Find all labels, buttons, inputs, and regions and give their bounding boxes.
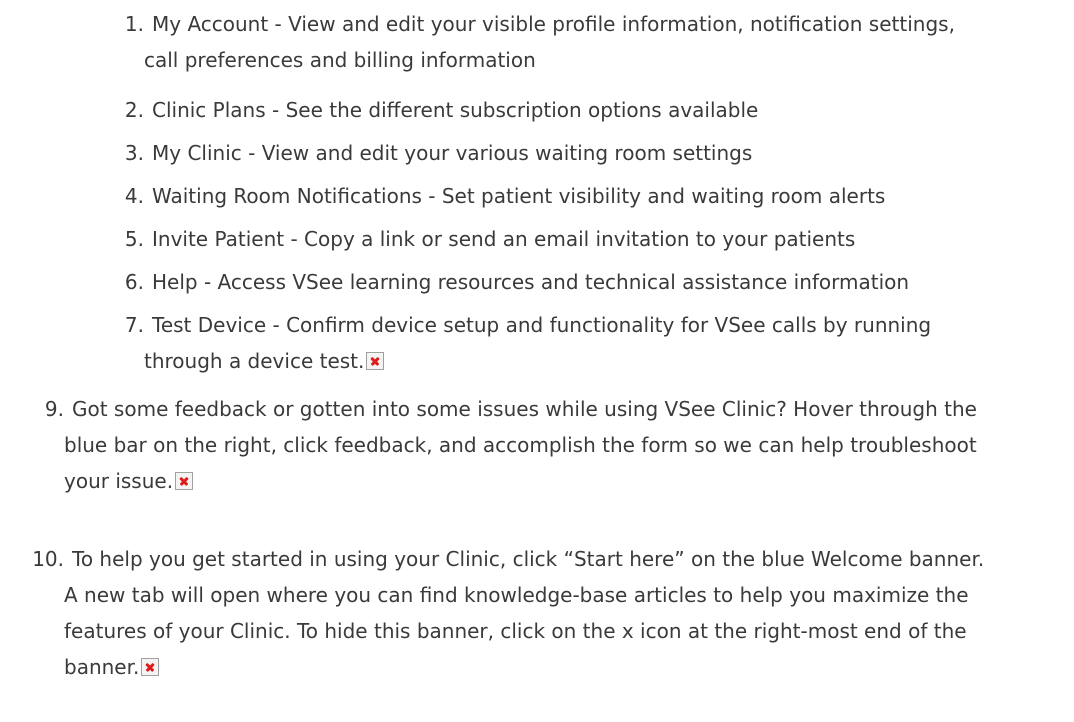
- list-text: Test Device - Confirm device setup and f…: [144, 313, 932, 373]
- list-text-wrapper: Test Device - Confirm device setup and f…: [144, 307, 974, 379]
- list-text-wrapper: To help you get started in using your Cl…: [64, 541, 1004, 685]
- list-item: 1. My Account - View and edit your visib…: [0, 0, 1074, 74]
- list-number: 9.: [44, 397, 64, 421]
- list-number: 7.: [124, 313, 144, 337]
- list-text: To help you get started in using your Cl…: [64, 547, 985, 679]
- list-text: Invite Patient - Copy a link or send an …: [152, 227, 856, 251]
- broken-image-icon: [366, 352, 385, 370]
- list-text: Help - Access VSee learning resources an…: [152, 270, 910, 294]
- broken-image-icon: [175, 472, 194, 490]
- list-number: 1.: [124, 12, 144, 36]
- list-text: Got some feedback or gotten into some is…: [64, 397, 977, 493]
- list-number: 10.: [32, 547, 64, 571]
- list-number: 4.: [124, 184, 144, 208]
- list-text: My Account - View and edit your visible …: [144, 12, 955, 72]
- list-text-wrapper: Got some feedback or gotten into some is…: [64, 391, 1004, 499]
- list-text: Waiting Room Notifications - Set patient…: [152, 184, 886, 208]
- list-number: 6.: [124, 270, 144, 294]
- list-text: My Clinic - View and edit your various w…: [152, 141, 753, 165]
- list-number: 3.: [124, 141, 144, 165]
- list-number: 5.: [124, 227, 144, 251]
- list-text: Clinic Plans - See the different subscri…: [152, 98, 759, 122]
- list-number: 2.: [124, 98, 144, 122]
- document-page: 1. My Account - View and edit your visib…: [0, 0, 1074, 722]
- broken-image-icon: [141, 658, 160, 676]
